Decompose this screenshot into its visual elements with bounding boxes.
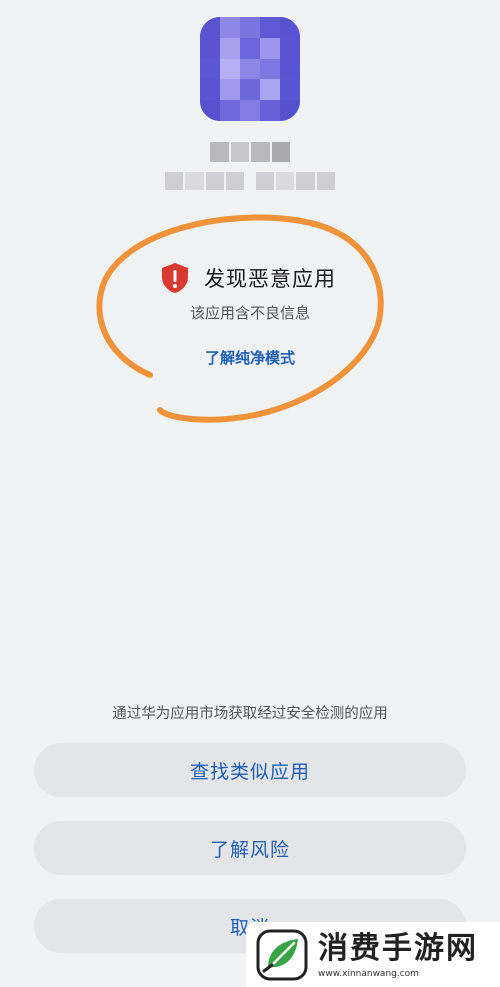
watermark-title: 消费手游网 — [318, 930, 478, 966]
learn-pure-mode-link[interactable]: 了解纯净模式 — [0, 347, 500, 368]
app-icon — [200, 17, 300, 121]
malicious-app-warning: 发现恶意应用 — [160, 262, 336, 294]
find-similar-apps-button[interactable]: 查找类似应用 — [34, 743, 466, 797]
warning-title: 发现恶意应用 — [204, 267, 336, 291]
watermark-url: www.xinnanwang.com — [318, 968, 419, 979]
leaf-checkmark-icon — [256, 929, 308, 980]
app-meta-obscured — [165, 172, 335, 190]
shield-exclamation-icon — [162, 263, 188, 293]
app-name-obscured — [210, 142, 290, 162]
warning-description: 该应用含不良信息 — [189, 304, 310, 322]
security-hint: 通过华为应用市场获取经过安全检测的应用 — [112, 706, 388, 722]
learn-risk-button[interactable]: 了解风险 — [34, 821, 466, 875]
site-watermark: 消费手游网 www.xinnanwang.com — [246, 922, 500, 987]
